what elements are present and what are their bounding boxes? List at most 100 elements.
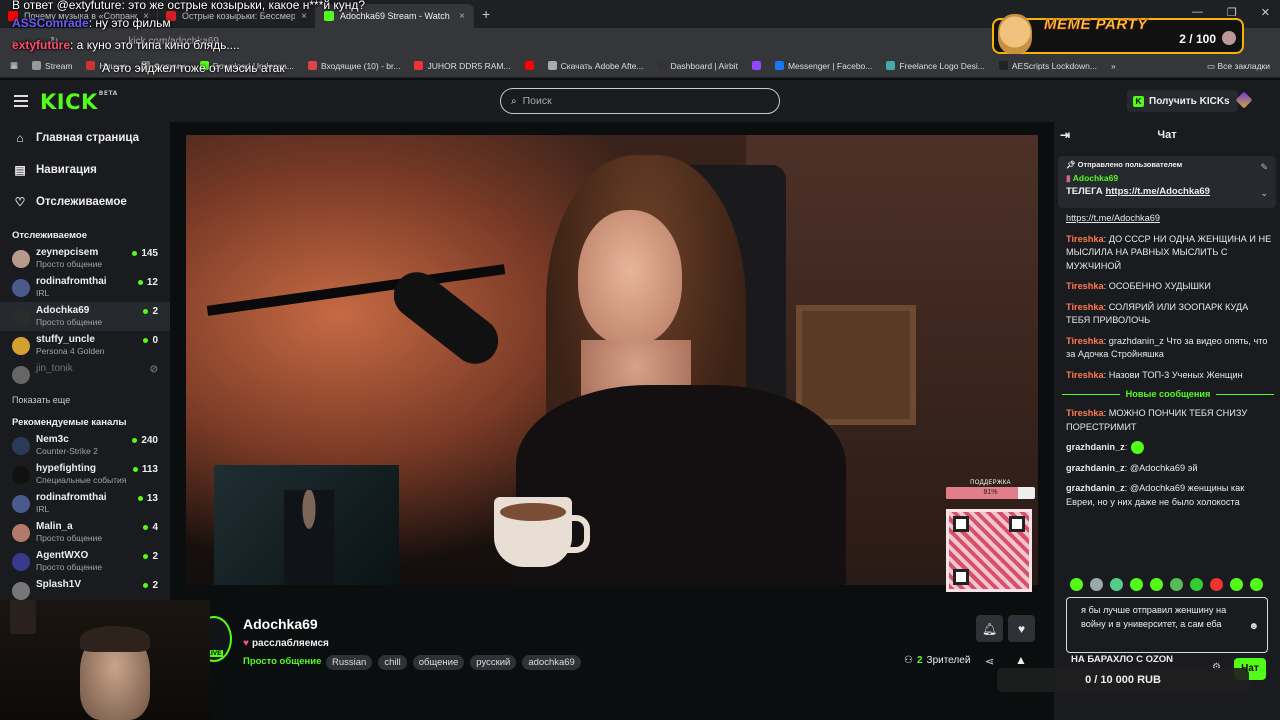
tag[interactable]: Russian — [326, 655, 373, 670]
unpin-icon[interactable]: ✎ — [1260, 162, 1268, 173]
pinned-link[interactable]: https://t.me/Adochka69 — [1105, 186, 1210, 197]
stream-category[interactable]: Просто общение — [243, 656, 321, 667]
new-tab-button[interactable]: + — [482, 6, 490, 22]
user-avatar[interactable] — [1235, 91, 1253, 109]
overlay-chat-line: extyfuture: а куно это типа кино блядь..… — [12, 38, 240, 52]
meme-party-widget: MEME PARTY 2 / 100 — [992, 14, 1244, 54]
bookmark-item[interactable]: JUHOR DDR5 RAM... — [414, 61, 511, 71]
avatar — [1222, 31, 1236, 45]
chat-message: Tireshka: ОСОБЕННО ХУДЫШКИ — [1066, 280, 1272, 294]
offline-icon: ⊘ — [149, 364, 158, 375]
chevron-down-icon[interactable]: ⌄ — [1260, 188, 1268, 199]
notification-bell-button[interactable]: 🔔︎ — [976, 615, 1003, 642]
avatar — [12, 582, 30, 600]
close-tab-icon[interactable]: × — [301, 11, 307, 22]
chat-username[interactable]: Tireshka — [1066, 234, 1104, 244]
home-icon: ⌂ — [16, 131, 24, 145]
bookmark-icon — [414, 61, 424, 70]
chat-username[interactable]: grazhdanin_z — [1066, 483, 1125, 493]
picture-in-picture-video — [214, 465, 399, 585]
sidebar-channel[interactable]: rodinafromthai IRL 13 — [0, 489, 170, 518]
bookmark-item[interactable]: Messenger | Facebo... — [774, 61, 872, 71]
nav-following[interactable]: ♡ Отслеживаемое — [0, 186, 170, 218]
emote-icon[interactable] — [1170, 578, 1183, 591]
emote-icon[interactable] — [1150, 578, 1163, 591]
tag[interactable]: русский — [470, 655, 517, 670]
bookmark-item[interactable] — [751, 61, 761, 70]
folder-icon: ▭ — [1207, 61, 1218, 71]
report-icon[interactable]: ▲ — [1015, 653, 1027, 667]
overlay-chat-line: А это эйджел тоже от мэсиь атак — [102, 61, 285, 75]
new-messages-divider[interactable]: Новые сообщения — [1062, 389, 1274, 399]
chat-link[interactable]: https://t.me/Adochka69 — [1066, 213, 1160, 223]
support-widget: ПОДДЕРЖКА 81% — [946, 480, 1035, 499]
chat-username[interactable]: Tireshka — [1066, 370, 1104, 380]
sidebar-channel[interactable]: AgentWXO Просто общение 2 — [0, 547, 170, 576]
menu-icon[interactable] — [14, 95, 28, 107]
bookmark-item[interactable]: Скачать Adobe Afte... — [547, 61, 644, 71]
tag[interactable]: adochka69 — [522, 655, 581, 670]
bookmark-item[interactable]: Freelance Logo Desi... — [886, 61, 985, 71]
emote-icon[interactable] — [1110, 578, 1123, 591]
bookmark-item[interactable] — [524, 61, 534, 70]
avatar — [12, 524, 30, 542]
sidebar-channel[interactable]: Malin_a Просто общение 4 — [0, 518, 170, 547]
emote-icon[interactable] — [1190, 578, 1203, 591]
close-tab-icon[interactable]: × — [459, 11, 465, 22]
chat-username[interactable]: Tireshka — [1066, 336, 1104, 346]
emote-icon[interactable] — [1230, 578, 1243, 591]
live-dot-icon — [143, 338, 149, 343]
recommended-heading: Рекомендуемые каналы — [12, 417, 127, 428]
emote-icon[interactable] — [1130, 578, 1143, 591]
apps-icon[interactable]: ▦ — [10, 60, 18, 71]
streamer-name[interactable]: Adochka69 — [243, 616, 318, 632]
tag[interactable]: chill — [378, 655, 407, 670]
sidebar-channel[interactable]: hypefighting Специальные события 113 — [0, 460, 170, 489]
sidebar-channel[interactable]: Adochka69 Просто общение 2 — [0, 302, 170, 331]
collapse-chat-icon[interactable]: ⇥ — [1060, 122, 1070, 148]
emote-icon[interactable] — [1210, 578, 1223, 591]
bookmarks-more[interactable]: » — [1111, 61, 1116, 71]
sidebar-channel[interactable]: jin_tonik ⊘ — [0, 360, 170, 389]
chat-username[interactable]: grazhdanin_z — [1066, 463, 1125, 473]
heart-icon: ♡ — [14, 195, 26, 209]
sidebar-channel[interactable]: Nem3c Counter-Strike 2 240 — [0, 431, 170, 460]
bookmark-item[interactable]: AEScripts Lockdown... — [998, 61, 1097, 71]
nav-browse[interactable]: ▤ Навигация — [0, 154, 170, 186]
emote-icon[interactable] — [1070, 578, 1083, 591]
sidebar-channel[interactable]: Splash1V 2 — [0, 576, 170, 600]
chat-header: ⇥ Чат — [1054, 122, 1280, 148]
pin-icon: 📌︎ — [1066, 160, 1078, 169]
sidebar-channel[interactable]: zeynepcisem Просто общение 145 — [0, 244, 170, 273]
all-bookmarks[interactable]: ▭ Все закладки — [1207, 61, 1270, 72]
chat-username[interactable]: Tireshka — [1066, 281, 1104, 291]
close-window-icon[interactable]: ✕ — [1261, 6, 1270, 19]
youtube-icon — [524, 61, 534, 70]
bookmark-item[interactable]: Dashboard | Airbit — [657, 61, 738, 71]
channel-category: IRL — [36, 288, 50, 298]
channel-category: Counter-Strike 2 — [36, 446, 98, 456]
get-kicks-button[interactable]: K Получить KICKs — [1127, 90, 1238, 112]
search-input[interactable] — [522, 95, 753, 107]
chat-input[interactable]: я бы лучше отправил женшину на войну и в… — [1066, 597, 1268, 653]
show-more-link[interactable]: Показать еще — [0, 389, 170, 411]
channel-category: Просто общение — [36, 259, 103, 269]
emote-icon[interactable] — [1250, 578, 1263, 591]
sidebar-channel[interactable]: stuffy_uncle Persona 4 Golden 0 — [0, 331, 170, 360]
bookmark-item[interactable]: Stream — [32, 61, 72, 71]
nav-home[interactable]: ⌂ Главная страница — [0, 122, 170, 154]
bookmark-icon — [657, 61, 667, 70]
viewer-count: 12 — [137, 277, 158, 288]
share-icon[interactable]: ⋖ — [985, 655, 994, 668]
tag[interactable]: общение — [412, 655, 465, 670]
chat-username[interactable]: Tireshka — [1066, 302, 1104, 312]
chat-username[interactable]: grazhdanin_z — [1066, 442, 1125, 452]
kick-logo[interactable]: KICKBETA — [40, 90, 118, 114]
emote-icon[interactable] — [1090, 578, 1103, 591]
bookmark-item[interactable]: Входящие (10) - br... — [307, 61, 400, 71]
sidebar-channel[interactable]: rodinafromthai IRL 12 — [0, 273, 170, 302]
emoji-icon[interactable]: ☻ — [1248, 620, 1259, 634]
live-dot-icon — [137, 496, 143, 501]
chat-username[interactable]: Tireshka — [1066, 408, 1104, 418]
follow-button[interactable]: ♥ — [1008, 615, 1035, 642]
